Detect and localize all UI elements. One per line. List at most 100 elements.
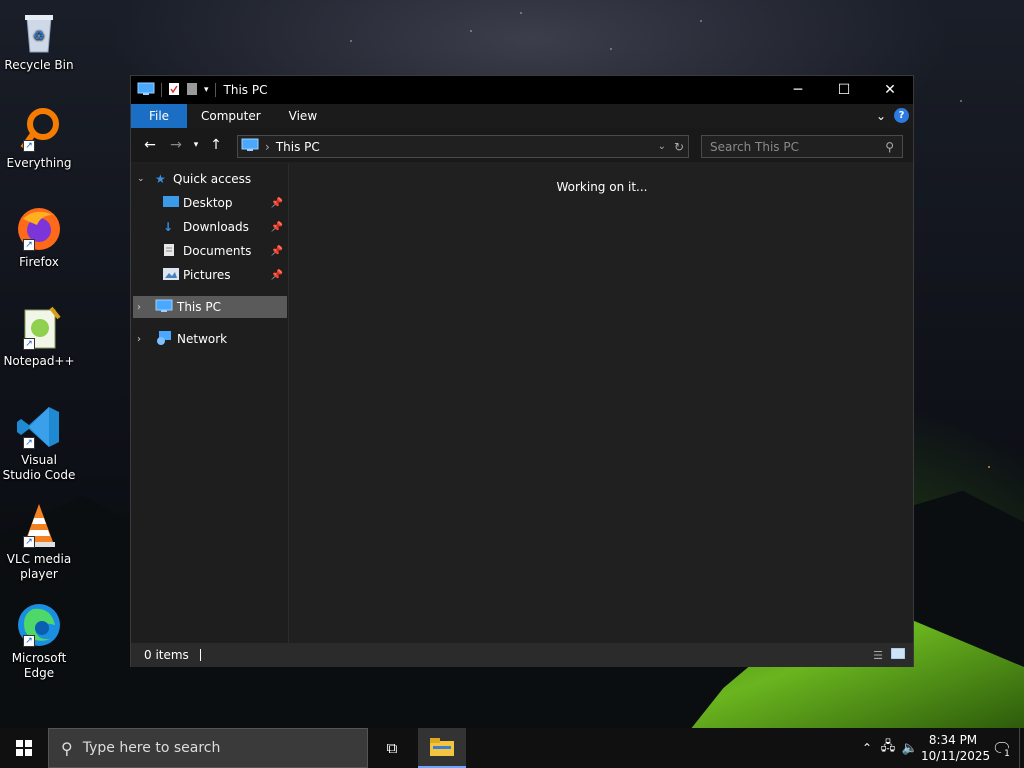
desktop-icon: [163, 195, 183, 211]
refresh-icon[interactable]: ↻: [674, 140, 684, 154]
address-dropdown-icon[interactable]: ⌄: [658, 141, 666, 152]
recycle-bin-icon: ♻: [15, 8, 63, 56]
divider: [161, 83, 162, 97]
nav-item-label: This PC: [177, 300, 221, 314]
pin-icon[interactable]: 📌: [271, 246, 283, 257]
minimize-button[interactable]: ─: [775, 76, 821, 104]
close-button[interactable]: ✕: [867, 76, 913, 104]
title-bar[interactable]: ▾ This PC ─ ☐ ✕: [131, 76, 913, 104]
window-title: This PC: [223, 83, 268, 97]
divider: [214, 83, 216, 97]
back-button[interactable]: ←: [137, 137, 163, 153]
search-input[interactable]: Search This PC ⚲: [701, 135, 903, 158]
document-icon: [163, 243, 183, 260]
desktop-icon-label: Recycle Bin: [4, 58, 74, 72]
nav-item-this-pc[interactable]: › This PC: [133, 296, 287, 318]
nav-item-network[interactable]: › Network: [131, 328, 287, 350]
vlc-icon: ↗: [15, 502, 63, 550]
show-hidden-icons-button[interactable]: ⌃: [857, 741, 877, 755]
file-list-area[interactable]: Working on it...: [291, 164, 913, 644]
desktop-icon-label: VLC media player: [6, 552, 72, 581]
star-icon: ★: [155, 172, 166, 186]
folder-icon: [430, 738, 454, 756]
network-status-icon[interactable]: 🖧: [877, 737, 899, 759]
large-icons-view-icon[interactable]: [890, 647, 906, 662]
chevron-down-icon[interactable]: ⌄: [137, 174, 155, 184]
download-arrow-icon: ↓: [163, 220, 174, 234]
pictures-icon: [163, 267, 183, 283]
desktop-icon-label: Notepad++: [3, 354, 75, 368]
action-center-button[interactable]: 🗨 1: [985, 728, 1019, 768]
nav-item-label: Documents: [183, 244, 252, 258]
search-icon: ⚲: [61, 738, 73, 758]
forward-button[interactable]: →: [163, 137, 189, 153]
nav-item-quick-access[interactable]: ⌄ ★ Quick access: [131, 168, 287, 190]
clock-time: 8:34 PM: [928, 733, 978, 747]
desktop-icon-notepad-plus-plus[interactable]: ↗ Notepad++: [2, 304, 76, 369]
task-view-button[interactable]: ⧉: [372, 728, 412, 768]
text-cursor: [199, 649, 201, 661]
desktop-icon-label: Everything: [6, 156, 72, 170]
nav-item-desktop[interactable]: Desktop 📌: [131, 192, 287, 214]
chevron-right-icon[interactable]: ›: [137, 302, 155, 313]
pin-icon[interactable]: 📌: [271, 222, 283, 233]
breadcrumb-this-pc[interactable]: This PC: [276, 140, 320, 154]
nav-item-label: Quick access: [173, 172, 252, 186]
taskbar-file-explorer-button[interactable]: [418, 728, 466, 768]
status-bar: 0 items ☰: [131, 643, 913, 667]
maximize-button[interactable]: ☐: [821, 76, 867, 104]
desktop-icon-everything[interactable]: ↗ Everything: [2, 106, 76, 171]
shortcut-arrow-icon: ↗: [23, 536, 35, 548]
taskbar-search-input[interactable]: ⚲ Type here to search: [48, 728, 368, 768]
windows-logo-icon: [16, 740, 32, 756]
tab-file[interactable]: File: [131, 104, 187, 128]
desktop-icon-recycle-bin[interactable]: ♻ Recycle Bin: [2, 8, 76, 73]
desktop-icon-vscode[interactable]: ↗ Visual Studio Code: [2, 403, 76, 483]
nav-item-downloads[interactable]: ↓ Downloads 📌: [131, 216, 287, 238]
taskbar-search-placeholder: Type here to search: [82, 740, 221, 756]
notification-count: 1: [1001, 748, 1013, 760]
item-count: 0 items: [144, 648, 189, 662]
taskbar: ⚲ Type here to search ⧉ ⌃ 🖧 🔈 8:34 PM 10…: [0, 728, 1024, 768]
navigation-pane: ⌄ ★ Quick access Desktop 📌 ↓ Downloads 📌…: [131, 164, 289, 644]
svg-text:♻: ♻: [33, 29, 45, 44]
nav-item-label: Network: [177, 332, 228, 346]
shortcut-arrow-icon: ↗: [23, 635, 35, 647]
nav-item-label: Downloads: [183, 220, 249, 234]
this-pc-icon: [137, 82, 155, 99]
desktop-icon-label: Visual Studio Code: [2, 453, 76, 482]
new-folder-icon[interactable]: [186, 82, 198, 99]
desktop-icon-vlc[interactable]: ↗ VLC media player: [2, 502, 76, 582]
help-icon[interactable]: ?: [894, 108, 909, 123]
pin-icon[interactable]: 📌: [271, 270, 283, 281]
volume-muted-icon[interactable]: 🔈: [899, 741, 921, 756]
nav-item-pictures[interactable]: Pictures 📌: [131, 264, 287, 286]
desktop-icon-edge[interactable]: ↗ Microsoft Edge: [2, 601, 76, 681]
shortcut-arrow-icon: ↗: [23, 338, 35, 350]
this-pc-icon: [155, 299, 177, 316]
show-desktop-button[interactable]: [1019, 728, 1024, 768]
clock[interactable]: 8:34 PM 10/11/2025: [921, 732, 990, 764]
expand-ribbon-icon[interactable]: ⌄: [876, 109, 886, 123]
chevron-down-icon[interactable]: ▾: [204, 85, 209, 95]
nav-item-label: Desktop: [183, 196, 233, 210]
up-button[interactable]: ↑: [203, 137, 229, 153]
recent-locations-button[interactable]: ▾: [189, 140, 203, 150]
file-explorer-window: ▾ This PC ─ ☐ ✕ File Computer View ⌄ ? ←…: [130, 75, 914, 667]
loading-message: Working on it...: [556, 180, 648, 194]
breadcrumb-chevron-icon: ›: [265, 139, 270, 154]
search-icon: ⚲: [885, 139, 894, 154]
address-bar[interactable]: › This PC ⌄ ↻: [237, 135, 689, 158]
network-icon: [155, 330, 177, 349]
nav-item-documents[interactable]: Documents 📌: [131, 240, 287, 262]
pin-icon[interactable]: 📌: [271, 198, 283, 209]
desktop-icon-label: Microsoft Edge: [11, 651, 67, 680]
everything-icon: ↗: [15, 106, 63, 154]
properties-icon[interactable]: [168, 82, 180, 99]
details-view-icon[interactable]: ☰: [873, 649, 883, 662]
tab-view[interactable]: View: [275, 104, 331, 128]
tab-computer[interactable]: Computer: [187, 104, 275, 128]
start-button[interactable]: [0, 728, 48, 768]
chevron-right-icon[interactable]: ›: [137, 334, 155, 345]
desktop-icon-firefox[interactable]: ↗ Firefox: [2, 205, 76, 270]
